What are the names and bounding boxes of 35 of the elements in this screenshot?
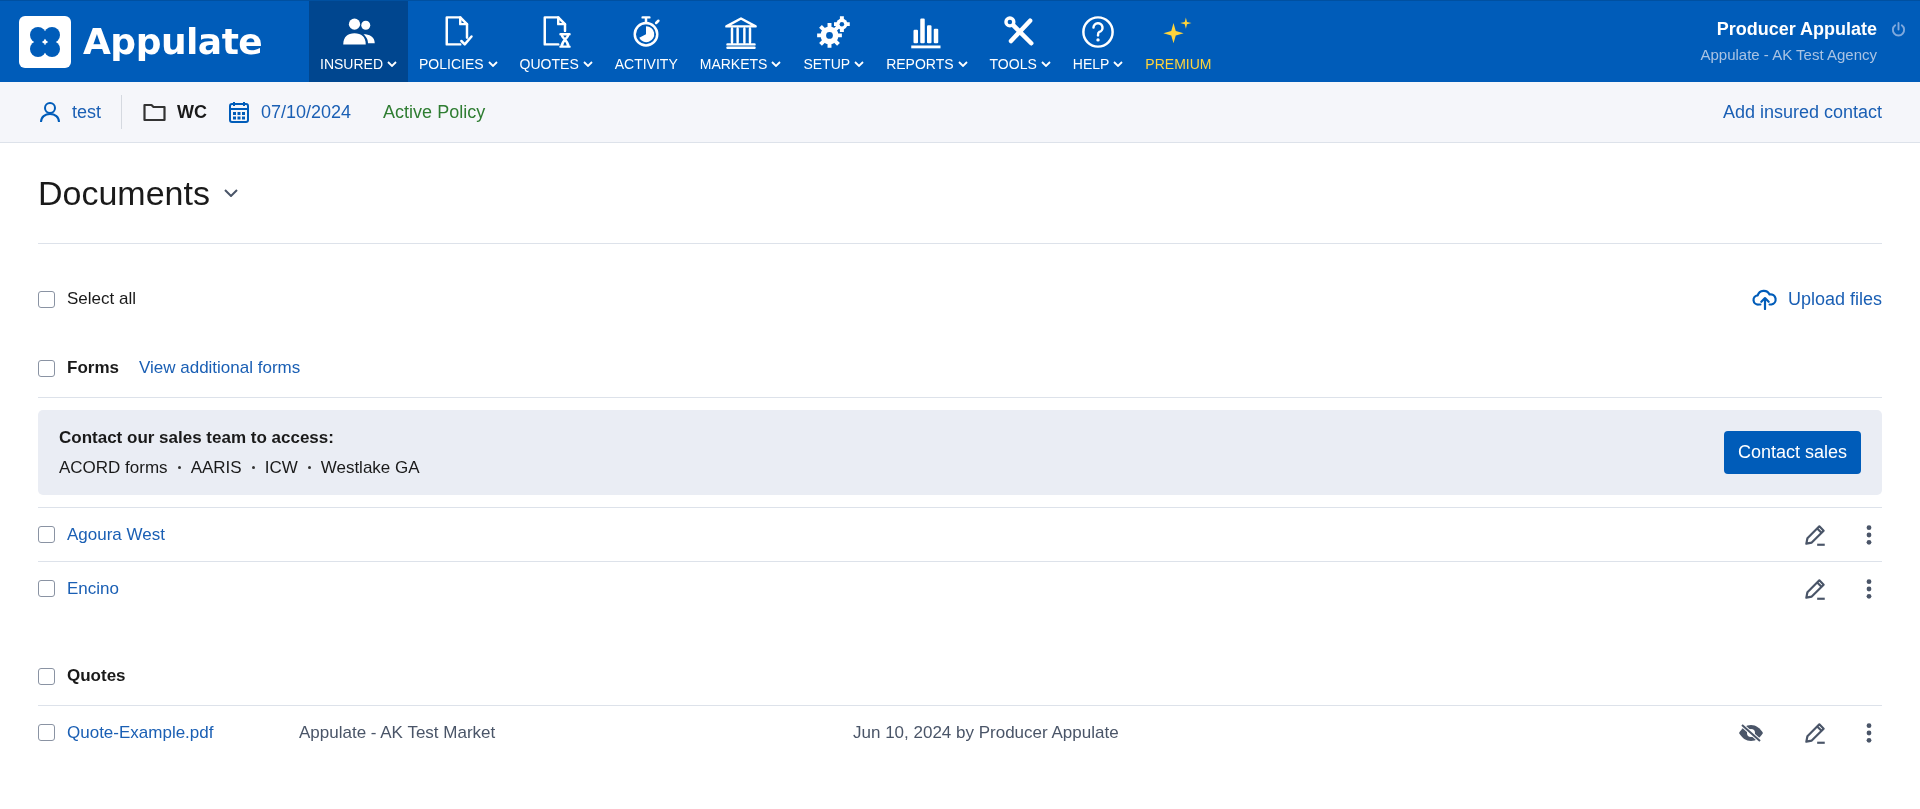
product-name: ACORD forms [59,457,168,478]
product-name: ICW [264,457,298,478]
agency-name: Appulate - AK Test Agency [1700,46,1877,63]
section-title: Forms [67,358,119,378]
policy-date: 07/10/2024 [261,101,352,123]
additional-forms-link[interactable]: View additional forms [138,358,301,378]
product-name: AARIS [190,457,242,478]
document-link[interactable]: Quote-Example.pdf [67,722,287,743]
add-contact-link[interactable]: Add insured contact [1722,101,1882,123]
banner-heading: Contact our sales team to access: [59,427,335,448]
nav-tab[interactable]: HELP [1061,1,1135,82]
contact-sales-button[interactable]: Contact sales [1723,431,1861,474]
insured-link[interactable]: test [38,100,101,124]
documents-dropdown[interactable]: Documents [38,173,238,213]
logo-text: Appulate [83,21,263,62]
section-title: Quotes [67,666,126,686]
nav-tab[interactable]: PREMIUM [1134,1,1223,82]
upload-files-link[interactable]: Upload files [1751,288,1882,310]
select-all-label: Select all [67,289,136,309]
nav-tab[interactable]: MARKETS [688,1,793,82]
nav-tab[interactable]: INSURED [309,1,408,82]
policy-status: Active Policy [383,101,486,123]
nav-tab[interactable]: QUOTES [508,1,604,82]
nav-tab[interactable]: TOOLS [978,1,1062,82]
document-link[interactable]: Agoura West [67,524,287,545]
upload-info: Jun 10, 2024 by Producer Appulate [853,722,1119,743]
line-of-business: WC [177,101,207,123]
nav-tab[interactable]: ACTIVITY [603,1,689,82]
nav-tab[interactable]: POLICIES [408,1,509,82]
nav-tab[interactable]: REPORTS [875,1,979,82]
market-name: Appulate - AK Test Market [299,722,497,743]
product-name: Westlake GA [320,457,420,478]
nav-tab[interactable]: SETUP [792,1,876,82]
user-name: Producer Appulate [1715,19,1877,40]
document-link[interactable]: Encino [67,578,287,599]
